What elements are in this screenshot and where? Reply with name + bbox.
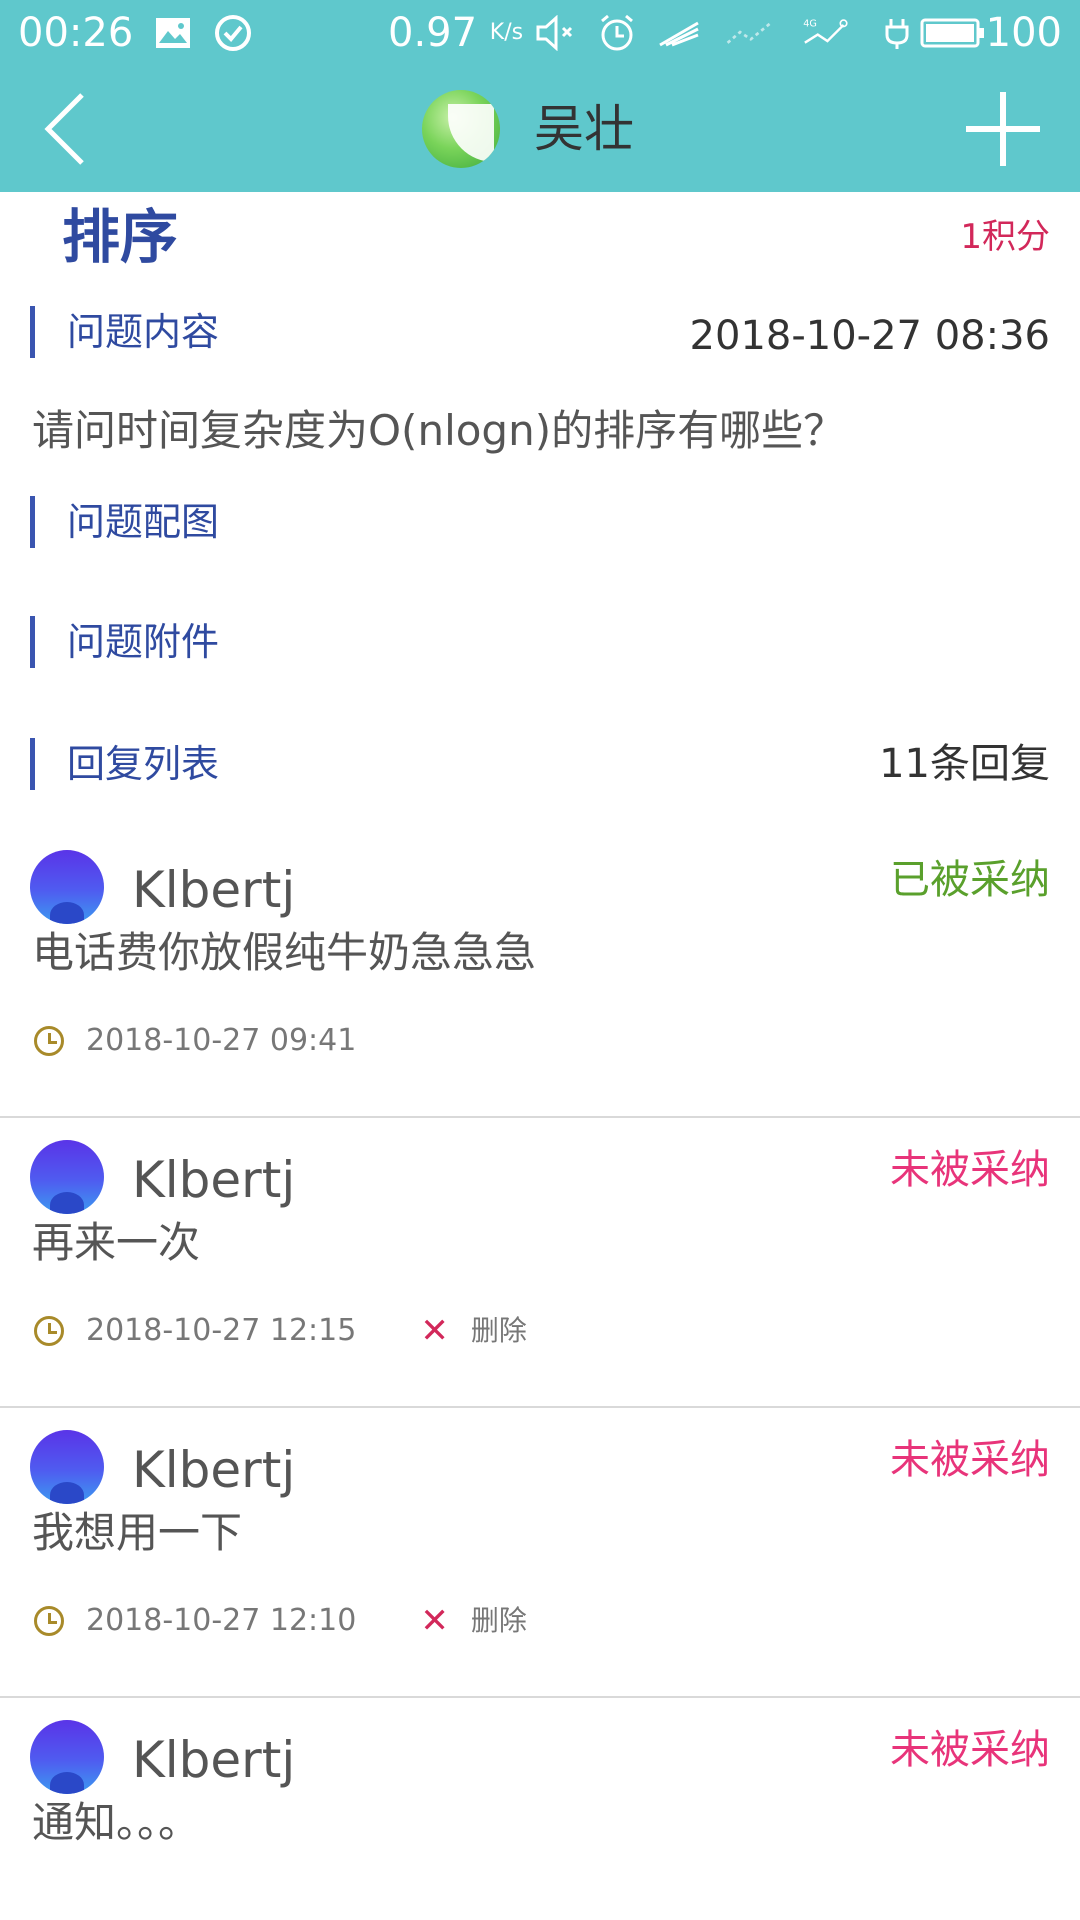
reply-meta: 2018-10-27 09:41 — [34, 1018, 356, 1064]
delete-label: 删除 — [470, 1314, 527, 1347]
section-question-images: 问题配图 — [30, 496, 219, 548]
clock-icon — [34, 1316, 64, 1346]
reply-status: 未被采纳 — [890, 1147, 1050, 1193]
back-button[interactable] — [30, 86, 100, 172]
reply-meta: 2018-10-27 12:10 ✕ 删除 — [34, 1598, 527, 1644]
reply-username: Klbertj — [132, 861, 296, 919]
reply-status: 未被采纳 — [890, 1437, 1050, 1483]
reply-item[interactable]: Klbertj 未被采纳 通知。。。 — [0, 1698, 1080, 1920]
reply-username: Klbertj — [132, 1731, 296, 1789]
chevron-left-icon — [44, 93, 84, 165]
wifi-icon — [654, 8, 704, 58]
toolbar-title: 吴壮 — [534, 100, 634, 158]
image-icon — [148, 8, 198, 58]
network-speed-unit: K/s — [489, 20, 524, 45]
reply-time: 2018-10-27 12:15 — [86, 1313, 357, 1348]
avatar[interactable] — [30, 1720, 104, 1794]
leaf-shape — [448, 104, 494, 162]
reply-status: 未被采纳 — [890, 1727, 1050, 1773]
svg-text:4G: 4G — [803, 19, 817, 30]
question-content: 请问时间复杂度为O(nlogn)的排序有哪些？ — [32, 406, 846, 455]
battery-icon — [920, 8, 986, 58]
avatar[interactable] — [30, 1140, 104, 1214]
reply-item[interactable]: Klbertj 已被采纳 电话费你放假纯牛奶急急急 2018-10-27 09:… — [0, 828, 1080, 1118]
charging-icon — [872, 8, 922, 58]
reply-text: 通知。。。 — [32, 1798, 201, 1847]
signal-icon — [724, 8, 774, 58]
reply-item[interactable]: Klbertj 未被采纳 再来一次 2018-10-27 12:15 ✕ 删除 — [0, 1118, 1080, 1408]
clock-icon — [34, 1026, 64, 1056]
avatar[interactable] — [30, 1430, 104, 1504]
question-date: 2018-10-27 08:36 — [689, 313, 1050, 359]
question-points: 1积分 — [960, 217, 1050, 257]
reply-time: 2018-10-27 12:10 — [86, 1603, 357, 1638]
battery-level: 100 — [985, 10, 1062, 56]
close-icon: ✕ — [420, 1311, 449, 1351]
network-speed: 0.97 K/s — [388, 8, 523, 58]
close-icon: ✕ — [420, 1601, 449, 1641]
reply-username: Klbertj — [132, 1151, 296, 1209]
add-button[interactable] — [966, 92, 1040, 166]
alarm-icon — [592, 8, 642, 58]
network-speed-value: 0.97 — [388, 10, 478, 56]
reply-meta: 2018-10-27 12:15 ✕ 删除 — [34, 1308, 527, 1354]
section-question-attachments: 问题附件 — [30, 616, 219, 668]
clock-icon — [34, 1606, 64, 1636]
reply-text: 电话费你放假纯牛奶急急急 — [32, 928, 537, 977]
avatar[interactable] — [30, 850, 104, 924]
question-title: 排序 — [62, 203, 179, 271]
reply-text: 我想用一下 — [32, 1508, 243, 1557]
question-detail-screen: 00:26 0.97 K/s 4G 100 吴壮 排序 1积分 问题内容 201… — [0, 0, 1080, 1920]
reply-item[interactable]: Klbertj 未被采纳 我想用一下 2018-10-27 12:10 ✕ 删除 — [0, 1408, 1080, 1698]
section-reply-list: 回复列表 — [30, 738, 219, 790]
delete-label: 删除 — [470, 1604, 527, 1637]
mute-icon — [530, 8, 580, 58]
section-question-content: 问题内容 — [30, 306, 219, 358]
reply-status: 已被采纳 — [890, 857, 1050, 903]
user-avatar[interactable] — [422, 90, 500, 168]
check-circle-icon — [208, 8, 258, 58]
status-bar: 00:26 0.97 K/s 4G 100 — [0, 0, 1080, 66]
app-toolbar: 吴壮 — [0, 66, 1080, 192]
signal-4g-icon: 4G — [800, 8, 850, 58]
reply-time: 2018-10-27 09:41 — [86, 1023, 357, 1058]
reply-username: Klbertj — [132, 1441, 296, 1499]
status-time: 00:26 — [18, 10, 134, 56]
reply-text: 再来一次 — [32, 1218, 201, 1267]
delete-button[interactable]: ✕ 删除 — [420, 1308, 527, 1354]
delete-button[interactable]: ✕ 删除 — [420, 1598, 527, 1644]
reply-count: 11条回复 — [879, 741, 1050, 787]
